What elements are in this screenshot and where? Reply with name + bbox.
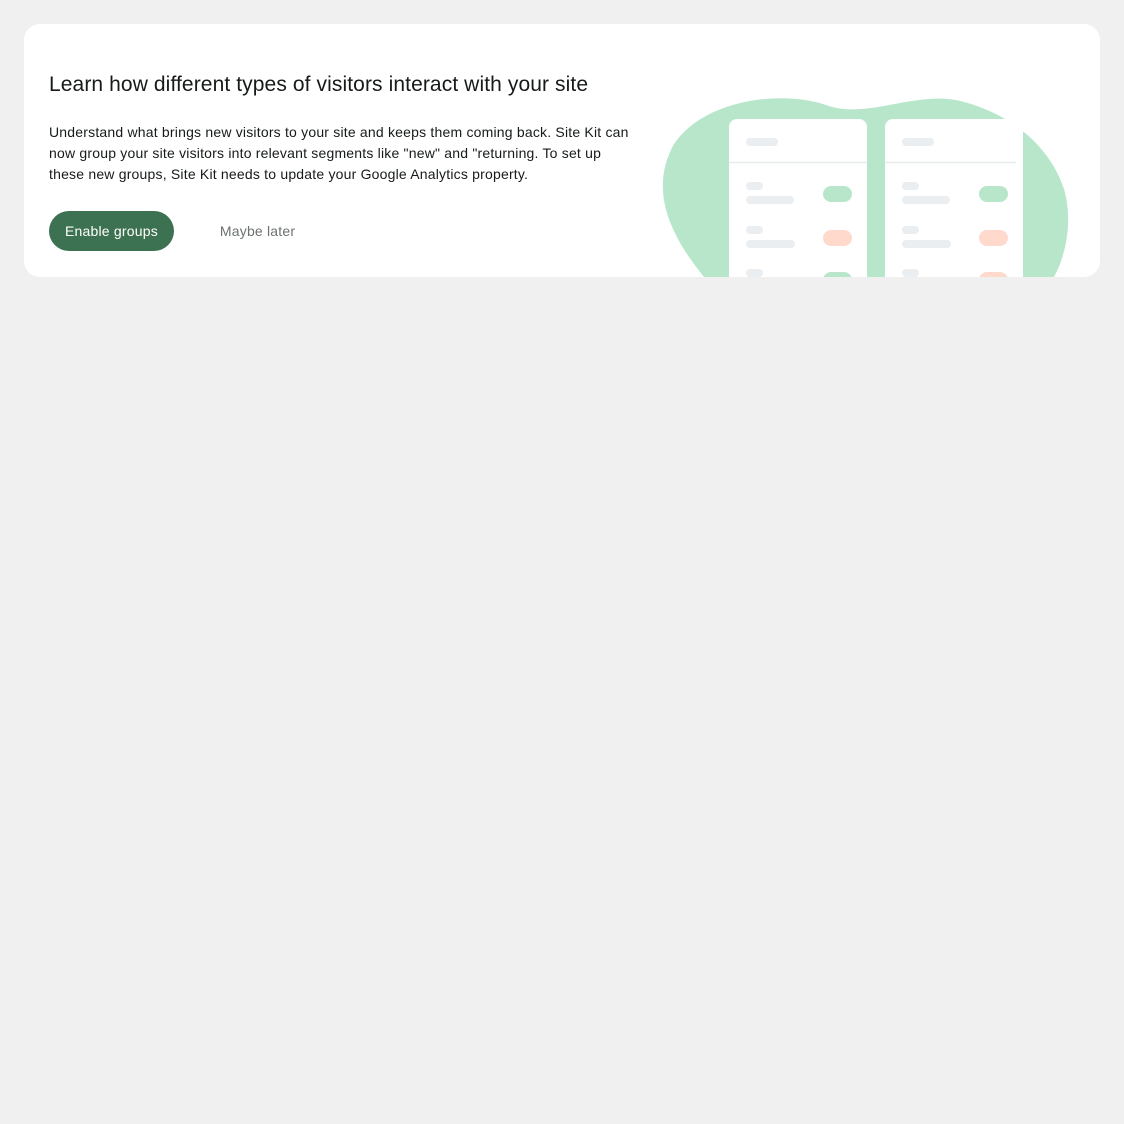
- banner-description: Understand what brings new visitors to y…: [49, 124, 629, 182]
- illustration-panel-left: [729, 119, 867, 277]
- visitor-groups-banner: Learn how different types of visitors in…: [24, 24, 1100, 277]
- banner-actions: Enable groups Maybe later: [49, 211, 639, 251]
- maybe-later-button[interactable]: Maybe later: [204, 211, 311, 251]
- banner-title: Learn how different types of visitors in…: [49, 73, 589, 96]
- illustration-panel-right: [885, 119, 1023, 277]
- visitor-groups-illustration: [662, 98, 1069, 277]
- enable-groups-button[interactable]: Enable groups: [49, 211, 174, 251]
- banner-content: Learn how different types of visitors in…: [49, 72, 639, 251]
